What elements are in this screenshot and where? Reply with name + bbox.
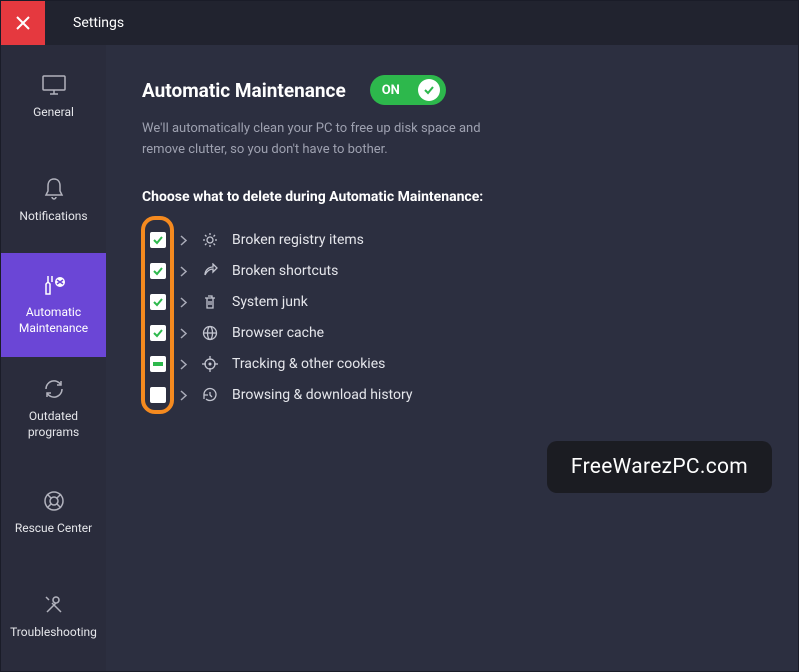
gear-icon [200,232,220,248]
sidebar-item-automatic-maintenance[interactable]: Automatic Maintenance [1,253,106,357]
page-title: Automatic Maintenance [142,79,346,102]
checkbox[interactable] [150,356,166,372]
watermark: FreeWarezPC.com [547,441,772,493]
option-broken-registry[interactable]: Broken registry items [144,225,762,256]
sidebar-item-general[interactable]: General [1,45,106,149]
option-label: Broken shortcuts [232,263,338,279]
option-label: Broken registry items [232,232,364,248]
monitor-icon [40,73,68,97]
bell-icon [40,177,68,201]
toggle-knob [418,79,440,101]
option-label: System junk [232,294,308,310]
option-broken-shortcuts[interactable]: Broken shortcuts [144,256,762,287]
description-text: We'll automatically clean your PC to fre… [142,119,502,161]
refresh-icon [40,377,68,401]
sidebar: General Notifications Automatic Maintena… [1,45,106,671]
option-browsing-history[interactable]: Browsing & download history [144,380,762,411]
main-panel: Automatic Maintenance ON We'll automatic… [106,45,798,671]
maintenance-icon [40,273,68,297]
sidebar-item-label: Rescue Center [11,521,96,537]
globe-icon [200,325,220,341]
option-list: Broken registry items Broken shortcuts S… [142,225,762,411]
check-icon [423,84,435,96]
option-label: Tracking & other cookies [232,356,385,372]
checkbox[interactable] [150,325,166,341]
trash-icon [200,294,220,310]
option-label: Browser cache [232,325,324,341]
checkbox[interactable] [150,387,166,403]
option-system-junk[interactable]: System junk [144,287,762,318]
check-icon [152,327,164,339]
sidebar-item-outdated-programs[interactable]: Outdated programs [1,357,106,461]
option-browser-cache[interactable]: Browser cache [144,318,762,349]
toggle-label: ON [382,83,400,98]
option-label: Browsing & download history [232,387,412,403]
toggle-automatic-maintenance[interactable]: ON [370,75,446,105]
close-icon [16,16,30,30]
chevron-right-icon[interactable] [178,328,188,339]
target-icon [200,356,220,372]
sidebar-item-rescue-center[interactable]: Rescue Center [1,461,106,565]
sidebar-item-label: General [29,105,78,121]
chevron-right-icon[interactable] [178,235,188,246]
history-icon [200,387,220,403]
sidebar-item-label: Outdated programs [1,409,106,440]
checkbox[interactable] [150,263,166,279]
sidebar-item-label: Notifications [15,209,91,225]
chevron-right-icon[interactable] [178,297,188,308]
close-button[interactable] [1,1,45,45]
tools-icon [40,593,68,617]
section-heading: Choose what to delete during Automatic M… [142,189,762,205]
option-tracking-cookies[interactable]: Tracking & other cookies [144,349,762,380]
checkbox[interactable] [150,232,166,248]
chevron-right-icon[interactable] [178,359,188,370]
window-title: Settings [73,15,124,31]
check-icon [152,296,164,308]
share-icon [200,263,220,279]
sidebar-item-label: Automatic Maintenance [1,305,106,336]
checkbox[interactable] [150,294,166,310]
titlebar: Settings [1,1,798,45]
check-icon [152,265,164,277]
chevron-right-icon[interactable] [178,266,188,277]
sidebar-item-label: Troubleshooting [6,625,101,641]
check-icon [152,234,164,246]
sidebar-item-troubleshooting[interactable]: Troubleshooting [1,565,106,669]
lifebuoy-icon [40,489,68,513]
sidebar-item-notifications[interactable]: Notifications [1,149,106,253]
chevron-right-icon[interactable] [178,390,188,401]
